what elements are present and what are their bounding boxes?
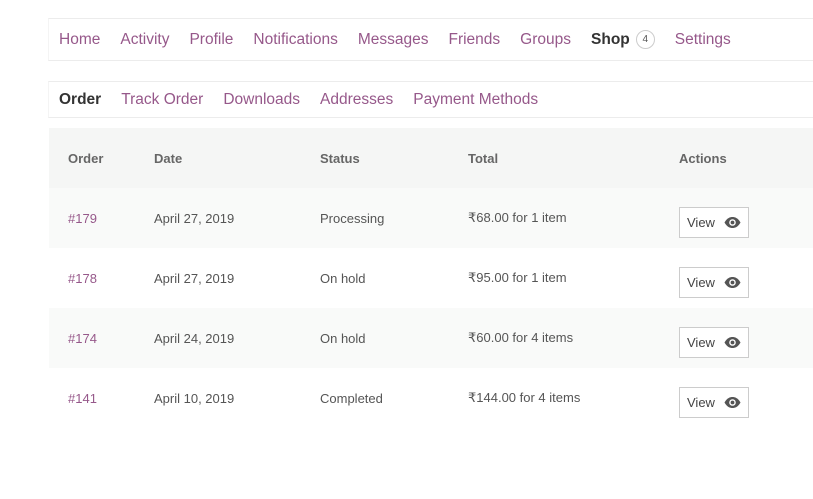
view-button-label: View <box>687 274 715 290</box>
nav-notifications[interactable]: Notifications <box>253 31 337 49</box>
eye-icon <box>724 276 741 288</box>
header-status: Status <box>320 128 468 188</box>
nav-home[interactable]: Home <box>59 31 100 49</box>
table-header-row: Order Date Status Total Actions <box>49 128 813 188</box>
order-status: On hold <box>320 248 468 308</box>
order-date: April 27, 2019 <box>154 188 320 248</box>
order-number-cell: #179 <box>49 188 154 248</box>
shop-count-badge: 4 <box>635 30 655 49</box>
header-date: Date <box>154 128 320 188</box>
nav-settings[interactable]: Settings <box>675 31 731 49</box>
order-total: ₹68.00 for 1 item <box>468 188 679 248</box>
order-status: Completed <box>320 368 468 428</box>
secondary-nav: Order Track Order Downloads Addresses Pa… <box>48 81 813 118</box>
nav-friends[interactable]: Friends <box>448 31 500 49</box>
header-order: Order <box>49 128 154 188</box>
subnav-addresses[interactable]: Addresses <box>320 91 393 109</box>
nav-shop-label: Shop <box>591 30 630 48</box>
eye-icon <box>724 396 741 408</box>
nav-profile[interactable]: Profile <box>189 31 233 49</box>
nav-activity[interactable]: Activity <box>120 31 169 49</box>
eye-icon <box>724 336 741 348</box>
subnav-track-order[interactable]: Track Order <box>121 91 203 109</box>
order-date: April 27, 2019 <box>154 248 320 308</box>
table-row: #179 April 27, 2019 Processing ₹68.00 fo… <box>49 188 813 248</box>
view-button-label: View <box>687 394 715 410</box>
view-button-label: View <box>687 334 715 350</box>
subnav-downloads[interactable]: Downloads <box>223 91 300 109</box>
orders-table: Order Date Status Total Actions #179 Apr… <box>49 128 813 428</box>
order-actions: View <box>679 248 813 308</box>
table-row: #141 April 10, 2019 Completed ₹144.00 fo… <box>49 368 813 428</box>
view-order-button[interactable]: View <box>679 266 749 298</box>
order-actions: View <box>679 308 813 368</box>
view-order-button[interactable]: View <box>679 326 749 358</box>
order-actions: View <box>679 188 813 248</box>
order-link[interactable]: #174 <box>68 331 97 346</box>
order-link[interactable]: #179 <box>68 211 97 226</box>
subnav-order[interactable]: Order <box>59 91 101 109</box>
order-number-cell: #141 <box>49 368 154 428</box>
order-number-cell: #178 <box>49 248 154 308</box>
eye-icon <box>724 216 741 228</box>
order-link[interactable]: #178 <box>68 271 97 286</box>
subnav-payment-methods[interactable]: Payment Methods <box>413 91 538 109</box>
order-status: Processing <box>320 188 468 248</box>
header-actions: Actions <box>679 128 813 188</box>
order-total: ₹60.00 for 4 items <box>468 308 679 368</box>
order-link[interactable]: #141 <box>68 391 97 406</box>
table-row: #178 April 27, 2019 On hold ₹95.00 for 1… <box>49 248 813 308</box>
order-number-cell: #174 <box>49 308 154 368</box>
table-row: #174 April 24, 2019 On hold ₹60.00 for 4… <box>49 308 813 368</box>
primary-nav: Home Activity Profile Notifications Mess… <box>48 18 813 61</box>
order-date: April 10, 2019 <box>154 368 320 428</box>
nav-messages[interactable]: Messages <box>358 31 429 49</box>
header-total: Total <box>468 128 679 188</box>
view-order-button[interactable]: View <box>679 206 749 238</box>
nav-groups[interactable]: Groups <box>520 31 571 49</box>
order-date: April 24, 2019 <box>154 308 320 368</box>
nav-shop[interactable]: Shop 4 <box>591 30 655 49</box>
order-total: ₹144.00 for 4 items <box>468 368 679 428</box>
order-actions: View <box>679 368 813 428</box>
view-order-button[interactable]: View <box>679 386 749 418</box>
view-button-label: View <box>687 214 715 230</box>
order-status: On hold <box>320 308 468 368</box>
order-total: ₹95.00 for 1 item <box>468 248 679 308</box>
